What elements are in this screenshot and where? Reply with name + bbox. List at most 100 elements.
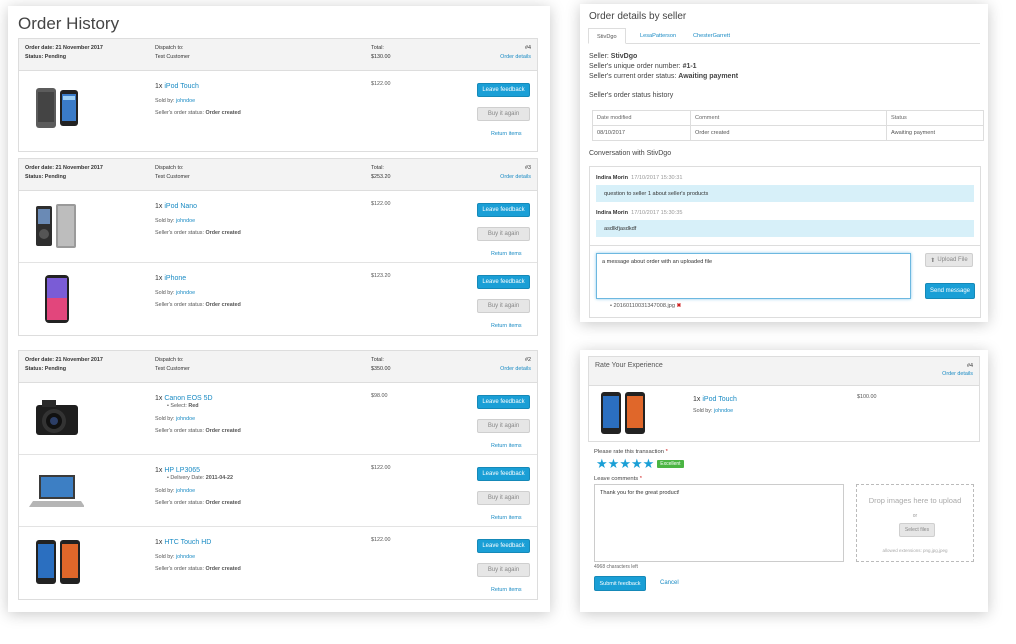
- buy-again-button[interactable]: Buy it again: [477, 491, 530, 505]
- seller-status: Order created: [205, 566, 241, 572]
- product-link[interactable]: iPod Touch: [702, 396, 737, 403]
- item-price: $100.00: [857, 394, 877, 400]
- details-title: Order details by seller: [589, 11, 687, 22]
- order-item: 1x iPod Touch Sold by: johndoe Seller's …: [19, 71, 537, 151]
- seller-link[interactable]: johndoe: [176, 290, 195, 296]
- star-icon[interactable]: ★: [608, 457, 620, 470]
- table-cell: Awaiting payment: [886, 125, 984, 141]
- item-price: $122.00: [371, 537, 391, 543]
- seller-link[interactable]: johndoe: [176, 98, 195, 104]
- drop-title: Drop images here to upload: [868, 496, 962, 505]
- seller-link[interactable]: johndoe: [714, 408, 733, 414]
- buy-again-button[interactable]: Buy it again: [477, 227, 530, 241]
- product-link[interactable]: HP LP3065: [164, 467, 200, 474]
- order-item: 1x iPod Nano Sold by: johndoe Seller's o…: [19, 191, 537, 263]
- star-icon[interactable]: ★: [619, 457, 631, 470]
- order-card: Order date: 21 November 2017 Status: Pend…: [18, 350, 538, 600]
- order-details-link[interactable]: Order details: [500, 174, 531, 180]
- order-details-link[interactable]: Order details: [500, 54, 531, 60]
- order-total: $350.00: [371, 366, 391, 372]
- image-dropzone[interactable]: Drop images here to upload or Select fil…: [856, 484, 974, 562]
- return-items-link[interactable]: Return items: [491, 251, 522, 257]
- send-message-button[interactable]: Send message: [925, 283, 975, 299]
- order-item: 1x HP LP3065 • Delivery Date: 2011-04-22…: [19, 455, 537, 527]
- leave-feedback-button[interactable]: Leave feedback: [477, 203, 530, 217]
- item-qty: 1x: [155, 539, 163, 546]
- product-image: [29, 537, 84, 589]
- submit-feedback-button[interactable]: Submit feedback: [594, 576, 646, 591]
- item-qty: 1x: [155, 203, 163, 210]
- unique-order-number: #1-1: [682, 63, 697, 70]
- total-label: Total:: [371, 165, 384, 171]
- leave-feedback-button[interactable]: Leave feedback: [477, 83, 530, 97]
- history-title: Seller's order status history: [589, 92, 674, 99]
- buy-again-button[interactable]: Buy it again: [477, 299, 530, 313]
- message-input[interactable]: a message about order with an uploaded f…: [596, 253, 911, 299]
- product-image: [29, 393, 84, 445]
- sold-by-label: Sold by:: [155, 98, 175, 104]
- comments-textarea[interactable]: Thank you for the great product!: [594, 484, 844, 562]
- table-header-row: Date modified Comment Status: [592, 110, 984, 126]
- buy-again-button[interactable]: Buy it again: [477, 419, 530, 433]
- option-value: Red: [188, 403, 199, 409]
- leave-feedback-button[interactable]: Leave feedback: [477, 275, 530, 289]
- star-rating[interactable]: ★ ★ ★ ★ ★ Excellent: [596, 457, 684, 470]
- total-label: Total:: [371, 357, 384, 363]
- product-image: [599, 390, 647, 441]
- tab-lesapatterson[interactable]: LesaPatterson: [632, 28, 684, 44]
- seller-link[interactable]: johndoe: [176, 554, 195, 560]
- return-items-link[interactable]: Return items: [491, 515, 522, 521]
- tab-chestergarrett[interactable]: ChesterGarrett: [685, 28, 738, 44]
- rate-experience-panel: Rate Your Experience #4 Order details 1x…: [580, 350, 988, 612]
- upload-file-button[interactable]: ⬆ Upload File: [925, 253, 973, 267]
- order-details-link[interactable]: Order details: [942, 371, 973, 377]
- product-link[interactable]: HTC Touch HD: [164, 539, 211, 546]
- conversation-title: Conversation with StivDgo: [589, 150, 672, 157]
- cancel-link[interactable]: Cancel: [660, 580, 679, 586]
- leave-feedback-button[interactable]: Leave feedback: [477, 395, 530, 409]
- product-image: [29, 273, 84, 325]
- return-items-link[interactable]: Return items: [491, 323, 522, 329]
- return-items-link[interactable]: Return items: [491, 131, 522, 137]
- option-label: Delivery Date:: [170, 475, 205, 481]
- table-cell: 08/10/2017: [592, 125, 691, 141]
- order-item: 1x iPhone Sold by: johndoe Seller's orde…: [19, 263, 537, 335]
- star-icon[interactable]: ★: [596, 457, 608, 470]
- seller-link[interactable]: johndoe: [176, 488, 195, 494]
- product-image: [29, 81, 84, 133]
- table-row: 08/10/2017 Order created Awaiting paymen…: [592, 125, 984, 141]
- seller-status: Order created: [205, 302, 241, 308]
- item-qty: 1x: [155, 275, 163, 282]
- buy-again-button[interactable]: Buy it again: [477, 563, 530, 577]
- product-link[interactable]: Canon EOS 5D: [164, 395, 212, 402]
- select-files-button[interactable]: Select files: [899, 523, 935, 537]
- column-header: Date modified: [592, 110, 691, 126]
- product-link[interactable]: iPod Nano: [164, 203, 197, 210]
- return-items-link[interactable]: Return items: [491, 587, 522, 593]
- product-link[interactable]: iPod Touch: [164, 83, 199, 90]
- tab-stivdgo[interactable]: StivDgo: [588, 28, 626, 44]
- order-history-panel: Order History Order date: 21 November 20…: [8, 6, 550, 612]
- remove-file-icon[interactable]: ✖: [677, 303, 682, 309]
- sold-by-label: Sold by:: [155, 218, 175, 224]
- seller-link[interactable]: johndoe: [176, 416, 195, 422]
- dispatch-label: Dispatch to:: [155, 357, 184, 363]
- message-author: Indira Morin: [596, 175, 629, 181]
- order-total: $253.20: [371, 174, 391, 180]
- item-price: $122.00: [371, 201, 391, 207]
- product-link[interactable]: iPhone: [164, 275, 186, 282]
- rate-label: Please rate this transaction: [594, 449, 664, 455]
- message-bubble: question to seller 1 about seller's prod…: [596, 185, 974, 202]
- buy-again-button[interactable]: Buy it again: [477, 107, 530, 121]
- sold-by-label: Sold by:: [155, 290, 175, 296]
- message-time: 17/10/2017 15:30:31: [631, 175, 683, 181]
- leave-feedback-button[interactable]: Leave feedback: [477, 467, 530, 481]
- table-cell: Order created: [690, 125, 887, 141]
- upload-icon: ⬆: [930, 257, 936, 264]
- leave-feedback-button[interactable]: Leave feedback: [477, 539, 530, 553]
- seller-link[interactable]: johndoe: [176, 218, 195, 224]
- star-icon[interactable]: ★: [631, 457, 643, 470]
- order-details-link[interactable]: Order details: [500, 366, 531, 372]
- star-icon[interactable]: ★: [643, 457, 655, 470]
- return-items-link[interactable]: Return items: [491, 443, 522, 449]
